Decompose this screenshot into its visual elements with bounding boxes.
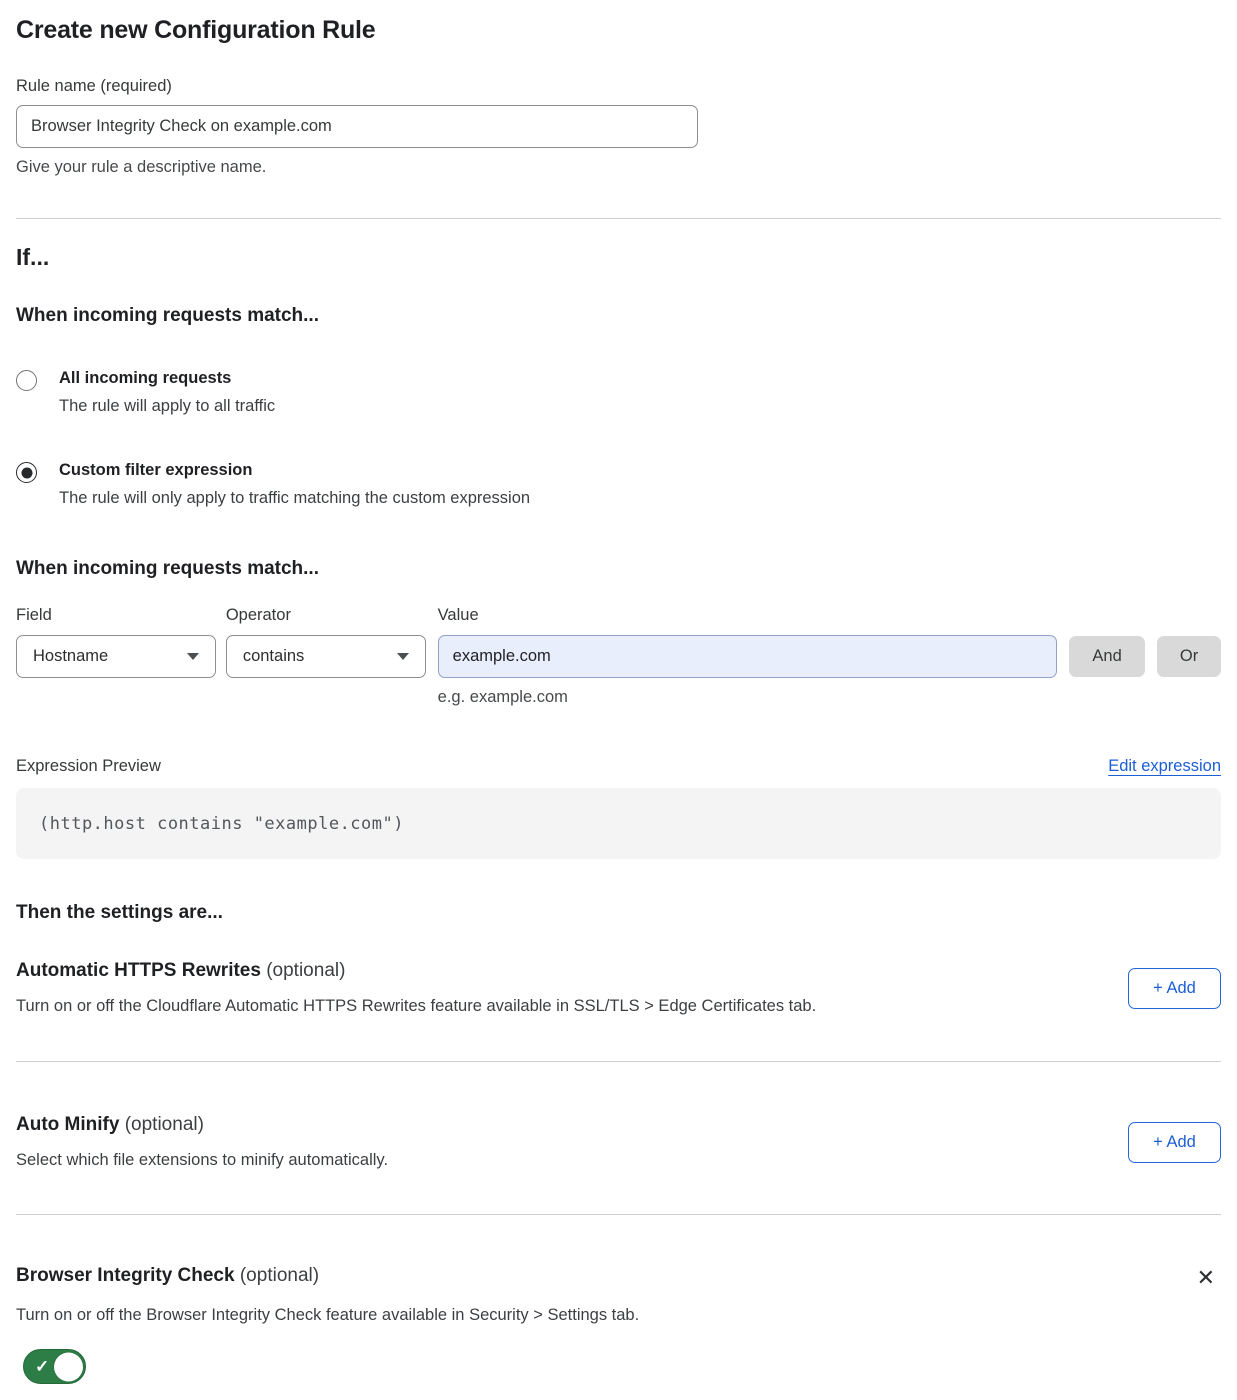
and-button[interactable]: And [1069,636,1145,677]
setting-description: Turn on or off the Browser Integrity Che… [16,1306,1221,1325]
rule-name-input[interactable] [16,105,698,148]
setting-optional-tag: (optional) [240,1265,319,1286]
chevron-down-icon [397,653,409,660]
operator-column: Operator contains [226,606,426,678]
expression-preview-header: Expression Preview Edit expression [16,757,1221,776]
or-button[interactable]: Or [1157,636,1221,677]
operator-select[interactable]: contains [226,635,426,678]
check-icon: ✓ [35,1357,49,1377]
setting-optional-tag: (optional) [125,1114,204,1135]
setting-main: Browser Integrity Check (optional) ✕ Tur… [16,1265,1221,1384]
option-all-incoming-requests[interactable]: All incoming requests The rule will appl… [16,369,1221,416]
setting-title-text: Browser Integrity Check (optional) [16,1265,319,1287]
option-description: The rule will apply to all traffic [59,397,275,416]
close-icon[interactable]: ✕ [1191,1265,1221,1291]
expression-builder-row: Field Hostname Operator contains Value e… [16,606,1221,707]
setting-optional-tag: (optional) [266,960,345,981]
section-divider [16,218,1221,219]
then-settings-heading: Then the settings are... [16,902,1221,924]
setting-description: Turn on or off the Cloudflare Automatic … [16,997,816,1016]
value-column: Value e.g. example.com [438,606,1057,707]
match-options: All incoming requests The rule will appl… [16,369,1221,508]
rule-name-group: Rule name (required) Give your rule a de… [16,77,1221,177]
add-automatic-https-rewrites-button[interactable]: + Add [1128,968,1221,1009]
setting-browser-integrity-check: Browser Integrity Check (optional) ✕ Tur… [16,1265,1221,1384]
setting-auto-minify: Auto Minify (optional) Select which file… [16,1114,1221,1170]
field-select-value: Hostname [33,647,108,666]
add-auto-minify-button[interactable]: + Add [1128,1122,1221,1163]
browser-integrity-check-toggle[interactable]: ✓ [23,1349,86,1384]
value-input[interactable] [438,635,1057,678]
when-requests-match-builder-heading: When incoming requests match... [16,558,1221,580]
expression-preview-label: Expression Preview [16,757,161,776]
field-select[interactable]: Hostname [16,635,216,678]
option-description: The rule will only apply to traffic matc… [59,489,530,508]
field-column: Field Hostname [16,606,216,678]
radio-selected-icon[interactable] [16,462,37,483]
option-label: All incoming requests [59,369,275,388]
radio-unselected-icon[interactable] [16,370,37,391]
setting-description: Select which file extensions to minify a… [16,1151,388,1170]
setting-main: Automatic HTTPS Rewrites (optional) Turn… [16,960,816,1016]
field-label: Field [16,606,216,625]
value-helper: e.g. example.com [438,688,1057,707]
chevron-down-icon [187,653,199,660]
option-label: Custom filter expression [59,461,530,480]
option-custom-filter-expression[interactable]: Custom filter expression The rule will o… [16,461,1221,508]
expression-preview-code: (http.host contains "example.com") [16,788,1221,859]
if-heading: If... [16,244,1221,271]
edit-expression-link[interactable]: Edit expression [1108,757,1221,776]
setting-title: Browser Integrity Check [16,1265,235,1286]
setting-title: Auto Minify [16,1114,119,1135]
create-configuration-rule-page: Create new Configuration Rule Rule name … [0,0,1237,1400]
operator-label: Operator [226,606,426,625]
operator-select-value: contains [243,647,304,666]
option-text: All incoming requests The rule will appl… [59,369,275,416]
section-divider [16,1214,1221,1215]
option-text: Custom filter expression The rule will o… [59,461,530,508]
setting-automatic-https-rewrites: Automatic HTTPS Rewrites (optional) Turn… [16,960,1221,1016]
section-divider [16,1061,1221,1062]
setting-title: Automatic HTTPS Rewrites [16,960,261,981]
when-requests-match-heading: When incoming requests match... [16,305,1221,327]
setting-title-row: Browser Integrity Check (optional) ✕ [16,1265,1221,1291]
page-title: Create new Configuration Rule [16,16,1221,45]
setting-title-row: Automatic HTTPS Rewrites (optional) [16,960,816,982]
value-label: Value [438,606,1057,625]
setting-title-row: Auto Minify (optional) [16,1114,388,1136]
rule-name-helper: Give your rule a descriptive name. [16,158,1221,177]
rule-name-label: Rule name (required) [16,77,1221,96]
setting-main: Auto Minify (optional) Select which file… [16,1114,388,1170]
